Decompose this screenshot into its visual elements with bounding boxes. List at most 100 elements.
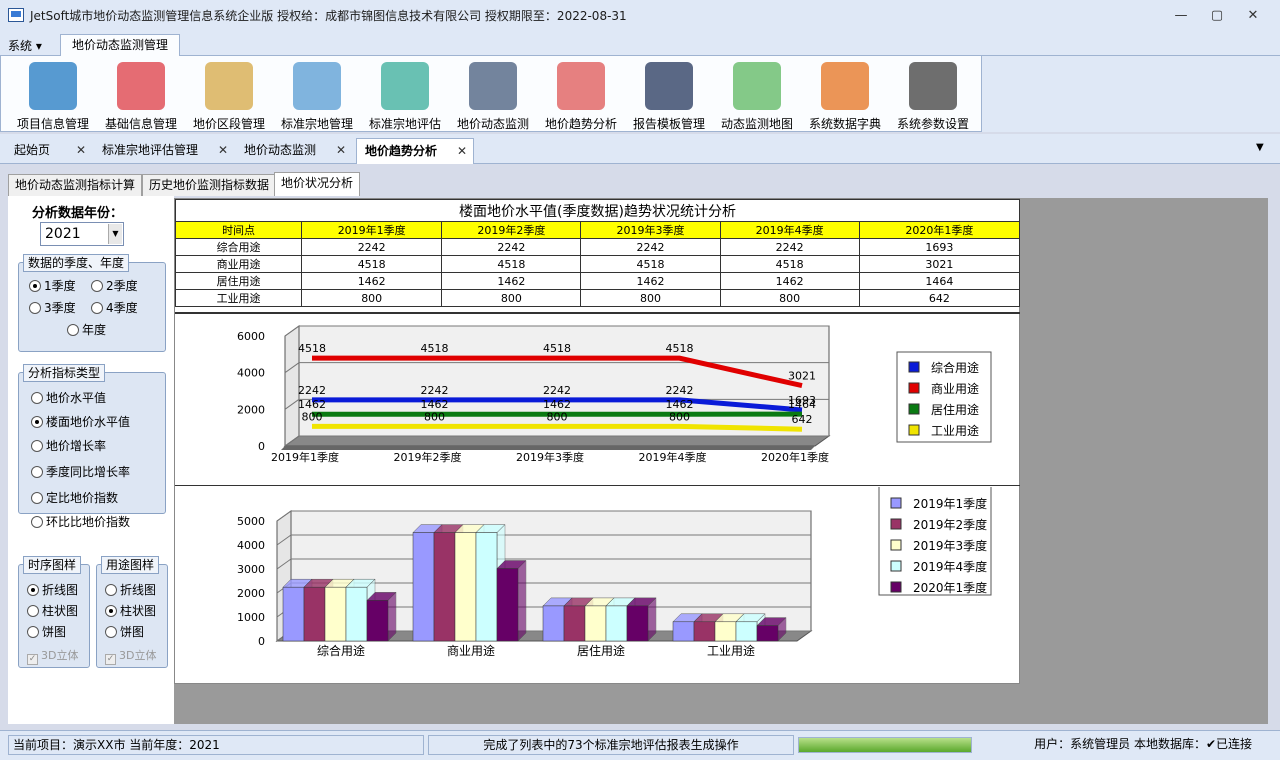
radio-circle-icon[interactable] <box>105 626 117 638</box>
minimize-button[interactable]: — <box>1168 6 1194 26</box>
radio-circle-icon[interactable] <box>31 492 43 504</box>
radio-circle-icon[interactable] <box>29 302 41 314</box>
ribbon-button-3[interactable]: 标准宗地管理 <box>273 56 361 132</box>
close-icon[interactable]: ✕ <box>76 138 86 162</box>
laptop-gear-icon <box>645 62 693 110</box>
bar <box>693 621 716 642</box>
app-icon <box>8 8 24 22</box>
radio-option[interactable]: 季度同比增长率 <box>31 463 130 480</box>
ribbon-button-5[interactable]: 地价动态监测 <box>449 56 537 132</box>
radio-option[interactable]: 2季度 <box>91 277 138 294</box>
close-icon[interactable]: ✕ <box>336 138 346 162</box>
status-user: 用户：系统管理员 本地数据库：✔已连接 <box>1034 737 1252 751</box>
radio-option[interactable]: 1季度 <box>29 277 76 294</box>
map-magnifier-icon <box>205 62 253 110</box>
radio-option[interactable]: 3季度 <box>29 299 76 316</box>
ribbon-button-4[interactable]: 标准宗地评估 <box>361 56 449 132</box>
ribbon-button-7[interactable]: 报告模板管理 <box>625 56 713 132</box>
radio-label: 季度同比增长率 <box>46 465 131 479</box>
radio-option[interactable]: 定比地价指数 <box>31 489 118 506</box>
system-menu[interactable]: 系统 ▾ <box>8 37 42 54</box>
legend-label: 2019年3季度 <box>913 538 987 553</box>
x-tick-label: 综合用途 <box>317 643 365 658</box>
radio-circle-icon[interactable] <box>91 302 103 314</box>
radio-circle-icon[interactable] <box>27 626 39 638</box>
radio-option[interactable]: 饼图 <box>27 623 66 640</box>
ribbon-tab-land-price[interactable]: 地价动态监测管理 <box>60 34 180 57</box>
radio-circle-icon[interactable] <box>105 605 117 617</box>
sub-tab-0[interactable]: 地价动态监测指标计算 <box>8 174 143 196</box>
radio-circle-icon[interactable] <box>31 466 43 478</box>
doc-tab-3[interactable]: 地价趋势分析 ✕ <box>356 138 474 164</box>
close-icon[interactable]: ✕ <box>457 139 467 163</box>
radio-circle-icon[interactable] <box>27 584 39 596</box>
use-chart-style-group: 用途图样 折线图 柱状图 饼图 ✓ 3D立体 <box>96 556 168 668</box>
radio-option[interactable]: 地价增长率 <box>31 437 106 454</box>
bar <box>626 605 649 642</box>
ribbon-button-1[interactable]: 基础信息管理 <box>97 56 185 132</box>
radio-option[interactable]: 环比比地价指数 <box>31 513 130 530</box>
close-icon[interactable]: ✕ <box>218 138 228 162</box>
table-cell: 商业用途 <box>174 255 303 273</box>
y-tick-label: 2000 <box>237 403 265 416</box>
doc-tab-0[interactable]: 起始页 ✕ <box>6 138 92 164</box>
bar-side <box>647 597 657 642</box>
ribbon-button-9[interactable]: 系统数据字典 <box>801 56 889 132</box>
doc-tab-2[interactable]: 地价动态监测 ✕ <box>236 138 352 164</box>
radio-option[interactable]: 楼面地价水平值 <box>31 413 130 430</box>
radio-option[interactable]: 柱状图 <box>27 602 78 619</box>
ribbon-button-8[interactable]: 动态监测地图 <box>713 56 801 132</box>
bar <box>563 605 586 642</box>
group-legend: 用途图样 <box>101 556 160 574</box>
data-label: 2242 <box>666 384 694 397</box>
radio-circle-icon[interactable] <box>31 416 43 428</box>
legend-label: 2019年4季度 <box>913 559 987 574</box>
checkbox-label: 3D立体 <box>41 649 79 662</box>
bar <box>366 600 389 642</box>
radio-circle-icon[interactable] <box>91 280 103 292</box>
x-tick-label: 居住用途 <box>577 643 625 658</box>
x-tick-label: 工业用途 <box>707 643 755 658</box>
ribbon-toolbar: 项目信息管理 基础信息管理 地价区段管理 标准宗地管理 标准宗地评估 地价动态监测 地价趋势… <box>0 56 982 132</box>
chevron-down-icon[interactable]: ▼ <box>108 224 122 244</box>
radio-option[interactable]: 柱状图 <box>105 602 156 619</box>
radio-option[interactable]: 地价水平值 <box>31 389 106 406</box>
ribbon-button-2[interactable]: 地价区段管理 <box>185 56 273 132</box>
ribbon-button-6[interactable]: 地价趋势分析 <box>537 56 625 132</box>
ribbon-button-0[interactable]: 项目信息管理 <box>9 56 97 132</box>
radio-circle-icon[interactable] <box>67 324 79 336</box>
radio-circle-icon[interactable] <box>105 584 117 596</box>
radio-option[interactable]: 年度 <box>67 321 106 338</box>
radio-circle-icon[interactable] <box>27 605 39 617</box>
radio-option[interactable]: 折线图 <box>27 581 78 598</box>
radio-circle-icon[interactable] <box>29 280 41 292</box>
radio-circle-icon[interactable] <box>31 516 43 528</box>
x-tick-label: 2019年2季度 <box>394 450 462 464</box>
status-progress-bar <box>798 737 972 753</box>
y-tick-label: 1000 <box>237 611 265 624</box>
doc-tab-1[interactable]: 标准宗地评估管理 ✕ <box>94 138 234 164</box>
data-label: 1462 <box>666 398 694 411</box>
data-label: 1462 <box>298 398 326 411</box>
tab-list-dropdown-icon[interactable]: ▼ <box>1256 142 1264 153</box>
analysis-options-panel: 分析数据年份： 2021 ▼ 数据的季度、年度 1季度 2季度 3季度 4季度 年度 分析… <box>8 196 174 724</box>
table-title: 楼面地价水平值(季度数据)趋势状况统计分析 <box>175 199 1020 222</box>
radio-option[interactable]: 折线图 <box>105 581 156 598</box>
bar <box>475 532 498 642</box>
radio-circle-icon[interactable] <box>31 440 43 452</box>
maximize-button[interactable]: ▢ <box>1204 6 1230 26</box>
ribbon-button-10[interactable]: 系统参数设置 <box>889 56 977 132</box>
sub-tab-2[interactable]: 地价状况分析 <box>274 172 361 196</box>
legend-label: 2020年1季度 <box>913 580 987 595</box>
bar-side <box>387 591 397 642</box>
radio-option[interactable]: 饼图 <box>105 623 144 640</box>
year-select[interactable]: 2021 ▼ <box>40 222 124 246</box>
sub-tab-1[interactable]: 历史地价监测指标数据 <box>142 174 277 196</box>
close-button[interactable]: ✕ <box>1240 6 1266 26</box>
table-cell: 综合用途 <box>174 238 303 256</box>
radio-circle-icon[interactable] <box>31 392 43 404</box>
chart-floor <box>283 435 831 447</box>
radio-option[interactable]: 4季度 <box>91 299 138 316</box>
year-value: 2021 <box>45 226 81 242</box>
table-cell: 2242 <box>719 238 860 256</box>
